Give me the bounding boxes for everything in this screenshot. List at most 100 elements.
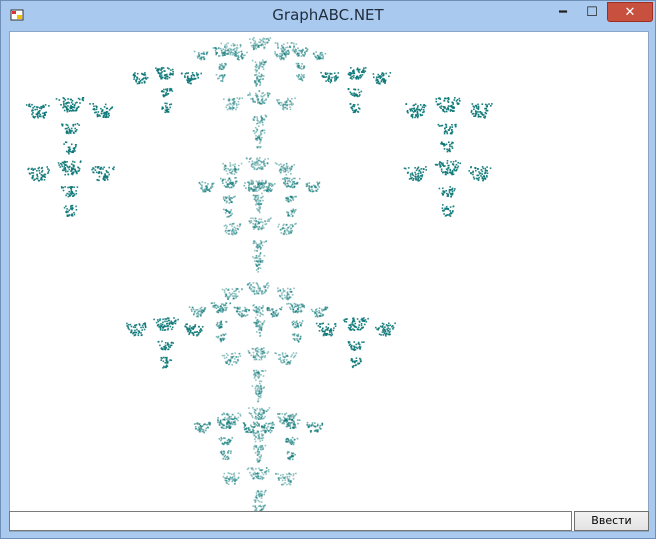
- fractal-dot: [67, 101, 69, 104]
- fractal-dot: [272, 184, 274, 187]
- fractal-dot: [265, 422, 267, 425]
- fractal-dot: [349, 77, 352, 79]
- fractal-dot: [260, 328, 262, 331]
- fractal-dot: [287, 200, 289, 203]
- fractal-dot: [71, 99, 74, 102]
- fractal-dot: [259, 252, 262, 254]
- fractal-dot: [225, 227, 228, 229]
- fractal-dot: [225, 294, 227, 297]
- fractal-dot: [136, 82, 139, 85]
- fractal-dot: [286, 46, 289, 49]
- fractal-dot: [353, 104, 356, 106]
- fractal-dot: [451, 172, 453, 175]
- fractal-dot: [255, 200, 257, 202]
- fractal-dot: [257, 398, 260, 400]
- fractal-dot: [159, 344, 161, 347]
- fractal-dot: [444, 129, 447, 132]
- fractal-dot: [254, 223, 257, 225]
- fractal-dot: [282, 416, 285, 418]
- fractal-dot: [226, 477, 229, 480]
- fractal-dot: [297, 306, 300, 309]
- fractal-dot: [243, 426, 246, 429]
- fractal-dot: [286, 229, 288, 232]
- title-bar[interactable]: GraphABC.NET ━ ☐ ✕: [1, 1, 655, 31]
- fractal-dot: [225, 229, 227, 232]
- fractal-dot: [437, 123, 440, 126]
- maximize-button[interactable]: ☐: [578, 2, 606, 22]
- fractal-dot: [451, 132, 453, 135]
- fractal-dot: [62, 186, 64, 189]
- fractal-dot: [233, 232, 235, 234]
- fractal-dot: [376, 81, 379, 84]
- fractal-dot: [297, 341, 300, 343]
- fractal-dot: [470, 172, 472, 174]
- fractal-dot: [240, 54, 243, 57]
- fractal-dot: [262, 68, 265, 70]
- fractal-dot: [266, 42, 268, 44]
- fractal-dot: [251, 385, 254, 387]
- fractal-dot: [252, 505, 254, 507]
- close-button[interactable]: ✕: [607, 2, 653, 22]
- fractal-dot: [254, 249, 256, 252]
- fractal-dot: [258, 418, 260, 420]
- fractal-dot: [243, 309, 245, 312]
- fractal-dot: [294, 425, 296, 427]
- fractal-dot: [257, 271, 259, 273]
- fractal-dot: [446, 160, 449, 162]
- fractal-dot: [291, 441, 294, 444]
- fractal-dot: [67, 105, 69, 107]
- fractal-dot: [257, 65, 259, 68]
- fractal-dot: [449, 127, 451, 130]
- fractal-dot: [72, 151, 74, 153]
- fractal-dot: [235, 293, 237, 295]
- fractal-dot: [474, 167, 476, 169]
- fractal-dot: [351, 109, 354, 111]
- fractal-dot: [75, 205, 77, 208]
- fractal-dot: [254, 306, 256, 309]
- fractal-dot: [198, 55, 200, 58]
- fractal-dot: [283, 181, 285, 184]
- fractal-dot: [284, 184, 287, 186]
- fractal-dot: [419, 175, 422, 177]
- fractal-dot: [260, 202, 263, 205]
- fractal-dot: [255, 413, 257, 415]
- fractal-dot: [306, 185, 308, 187]
- fractal-dot: [253, 377, 256, 379]
- fractal-dot: [292, 196, 294, 199]
- fractal-dot: [474, 115, 477, 117]
- fractal-dot: [262, 41, 265, 43]
- fractal-dot: [290, 230, 292, 232]
- fractal-dot: [233, 292, 236, 295]
- fractal-dot: [269, 37, 272, 39]
- fractal-dot: [284, 180, 287, 183]
- maximize-icon: ☐: [586, 4, 598, 20]
- fractal-dot: [281, 50, 283, 53]
- fractal-dot: [484, 115, 487, 118]
- fractal-dot: [290, 232, 292, 234]
- fractal-dot: [108, 173, 110, 176]
- minimize-button[interactable]: ━: [549, 2, 577, 22]
- fractal-dot: [306, 182, 309, 185]
- fractal-dot: [295, 352, 298, 354]
- fractal-dot: [177, 318, 179, 321]
- fractal-dot: [226, 480, 228, 482]
- fractal-dot: [318, 307, 321, 309]
- fractal-dot: [255, 418, 258, 420]
- fractal-dot: [206, 187, 208, 190]
- fractal-dot: [255, 392, 258, 395]
- fractal-dot: [273, 183, 276, 185]
- fractal-dot: [283, 361, 286, 363]
- fractal-dot: [140, 326, 142, 329]
- fractal-dot: [261, 415, 263, 418]
- fractal-dot: [259, 83, 262, 85]
- fractal-dot: [201, 430, 203, 433]
- fractal-dot: [211, 182, 213, 185]
- fractal-dot: [328, 75, 330, 77]
- fractal-dot: [161, 71, 163, 73]
- fractal-dot: [228, 480, 230, 482]
- fractal-dot: [233, 297, 236, 300]
- fractal-dot: [211, 186, 214, 188]
- fractal-dot: [417, 172, 420, 175]
- fractal-dot: [362, 71, 364, 73]
- fractal-dot: [230, 415, 232, 418]
